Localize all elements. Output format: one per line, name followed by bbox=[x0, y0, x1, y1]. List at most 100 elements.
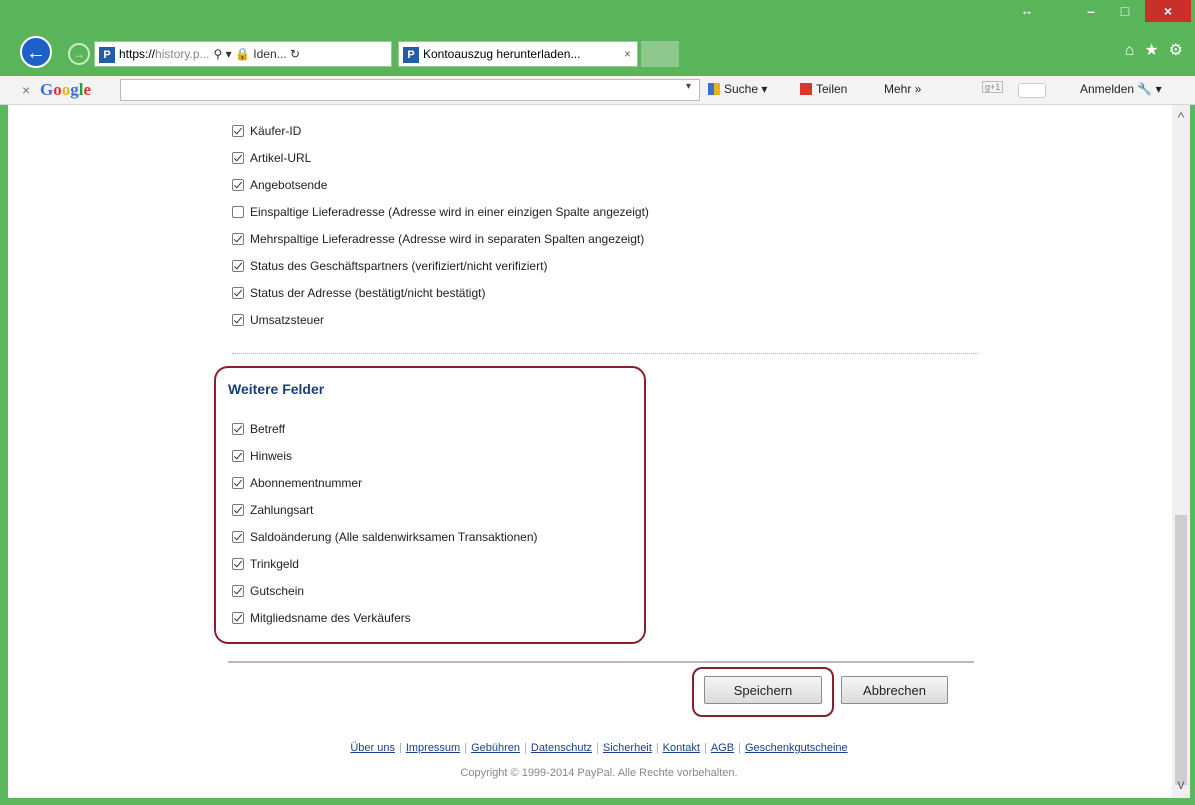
gear-icon[interactable]: ⚙ bbox=[1169, 42, 1183, 59]
tab-kontoauszug[interactable]: P Kontoauszug herunterladen... × bbox=[398, 41, 638, 67]
checkbox-row[interactable]: Einspaltige Lieferadresse (Adresse wird … bbox=[232, 204, 992, 231]
paypal-favicon-icon: P bbox=[99, 46, 115, 63]
checkbox-row[interactable]: Abonnementnummer bbox=[232, 475, 652, 502]
scroll-thumb[interactable] bbox=[1175, 515, 1187, 785]
checkbox-label: Abonnementnummer bbox=[250, 475, 363, 490]
checkbox[interactable] bbox=[232, 286, 244, 299]
address-bar[interactable]: Phttps://history.p... ⚲ ▾ 🔒 Iden... ↻ bbox=[94, 41, 392, 67]
google-logo: Google bbox=[40, 80, 92, 99]
checkbox-row[interactable]: Status der Adresse (bestätigt/nicht best… bbox=[232, 285, 992, 312]
checkbox[interactable] bbox=[232, 124, 244, 137]
checkbox-row[interactable]: Saldoänderung (Alle saldenwirksamen Tran… bbox=[232, 529, 652, 556]
checkbox[interactable] bbox=[232, 313, 244, 326]
checkbox-row[interactable]: Trinkgeld bbox=[232, 556, 652, 583]
checkbox-row[interactable]: Mehrspaltige Lieferadresse (Adresse wird… bbox=[232, 231, 992, 258]
footer-separator: | bbox=[398, 742, 402, 754]
checkbox[interactable] bbox=[232, 530, 244, 543]
checkbox-row[interactable]: Umsatzsteuer bbox=[232, 312, 992, 339]
checkbox-row[interactable]: Status des Geschäftspartners (verifizier… bbox=[232, 258, 992, 285]
checkbox[interactable] bbox=[232, 503, 244, 516]
url-scheme: https:// bbox=[119, 47, 156, 61]
checkbox-label: Mitgliedsname des Verkäufers bbox=[250, 610, 411, 625]
field-list-weitere: Betreff Hinweis Abonnementnummer Zahlungsar… bbox=[232, 421, 652, 637]
forward-button[interactable]: → bbox=[68, 43, 90, 65]
toolbar-close-icon[interactable]: × bbox=[22, 82, 30, 98]
checkbox-label: Hinweis bbox=[250, 448, 293, 463]
footer-link[interactable]: Gebühren bbox=[471, 742, 520, 754]
cancel-button[interactable]: Abbrechen bbox=[841, 676, 948, 704]
checkbox[interactable] bbox=[232, 449, 244, 462]
scroll-down-icon[interactable]: v bbox=[1174, 776, 1188, 792]
footer-link[interactable]: Geschenkgutscheine bbox=[745, 742, 848, 754]
navigation-bar: ← → Phttps://history.p... ⚲ ▾ 🔒 Iden... ↻… bbox=[0, 30, 1195, 76]
checkbox-label: Käufer-ID bbox=[250, 123, 302, 138]
button-divider bbox=[228, 661, 974, 663]
checkbox-row[interactable]: Betreff bbox=[232, 421, 652, 448]
checkbox-row[interactable]: Gutschein bbox=[232, 583, 652, 610]
toolbar-toggle[interactable] bbox=[1018, 83, 1046, 98]
google-search-icon bbox=[708, 83, 720, 95]
anmelden-button[interactable]: Anmelden 🔧 ▾ bbox=[1080, 82, 1162, 96]
checkbox[interactable] bbox=[232, 584, 244, 597]
minimize-button[interactable]: – bbox=[1078, 0, 1104, 22]
checkbox[interactable] bbox=[232, 557, 244, 570]
google-toolbar: × Google ▾ Suche ▾ Teilen Mehr » g+1 Anm… bbox=[0, 76, 1195, 105]
checkbox-label: Angebotsende bbox=[250, 177, 328, 192]
new-tab-button[interactable] bbox=[641, 41, 679, 67]
favorites-star-icon[interactable]: ★ bbox=[1144, 42, 1158, 59]
vertical-scrollbar[interactable]: ^ v bbox=[1172, 105, 1190, 798]
checkbox-label: Mehrspaltige Lieferadresse (Adresse wird… bbox=[250, 231, 645, 246]
home-icon[interactable]: ⌂ bbox=[1125, 42, 1135, 59]
close-window-button[interactable]: × bbox=[1145, 0, 1191, 22]
url-host: history.p... bbox=[155, 47, 210, 61]
checkbox-label: Saldoänderung (Alle saldenwirksamen Tran… bbox=[250, 529, 538, 544]
teilen-button[interactable]: Teilen bbox=[800, 82, 847, 96]
checkbox[interactable] bbox=[232, 422, 244, 435]
footer-separator: | bbox=[703, 742, 707, 754]
footer-link[interactable]: Kontakt bbox=[663, 742, 700, 754]
footer-link[interactable]: Sicherheit bbox=[603, 742, 652, 754]
section-divider bbox=[232, 353, 978, 354]
checkbox-label: Artikel-URL bbox=[250, 150, 312, 165]
checkbox-row[interactable]: Mitgliedsname des Verkäufers bbox=[232, 610, 652, 637]
footer-link[interactable]: Über uns bbox=[350, 742, 395, 754]
footer-separator: | bbox=[596, 742, 599, 754]
save-button[interactable]: Speichern bbox=[704, 676, 822, 704]
mehr-button[interactable]: Mehr » bbox=[884, 82, 921, 96]
footer-separator: | bbox=[738, 742, 741, 754]
checkbox-row[interactable]: Hinweis bbox=[232, 448, 652, 475]
checkbox-label: Einspaltige Lieferadresse (Adresse wird … bbox=[250, 204, 649, 219]
footer-separator: | bbox=[464, 742, 468, 754]
footer-separator: | bbox=[655, 742, 659, 754]
google-search-input[interactable] bbox=[120, 79, 700, 101]
checkbox-row[interactable]: Käufer-ID bbox=[232, 123, 992, 150]
tab-close-icon[interactable]: × bbox=[624, 42, 631, 66]
checkbox-label: Zahlungsart bbox=[250, 502, 314, 517]
search-dropdown-icon[interactable]: ▾ bbox=[686, 81, 691, 92]
resize-icon[interactable]: ↔ bbox=[1012, 0, 1042, 22]
checkbox[interactable] bbox=[232, 611, 244, 624]
checkbox-label: Status des Geschäftspartners (verifizier… bbox=[250, 258, 548, 273]
footer-link[interactable]: Datenschutz bbox=[531, 742, 592, 754]
checkbox[interactable] bbox=[232, 476, 244, 489]
checkbox-row[interactable]: Angebotsende bbox=[232, 177, 992, 204]
checkbox-row[interactable]: Artikel-URL bbox=[232, 150, 992, 177]
maximize-button[interactable]: □ bbox=[1112, 0, 1138, 22]
checkbox[interactable] bbox=[232, 232, 244, 245]
checkbox[interactable] bbox=[232, 151, 244, 164]
suche-button[interactable]: Suche ▾ bbox=[708, 82, 767, 96]
checkbox[interactable] bbox=[232, 205, 244, 218]
browser-window: ↔ – □ × ← → Phttps://history.p... ⚲ ▾ 🔒 I… bbox=[0, 0, 1195, 805]
footer-link[interactable]: AGB bbox=[711, 742, 734, 754]
checkbox[interactable] bbox=[232, 259, 244, 272]
back-button[interactable]: ← bbox=[20, 36, 52, 68]
scroll-up-icon[interactable]: ^ bbox=[1174, 109, 1188, 125]
google-plus-one-button[interactable]: g+1 bbox=[982, 81, 1004, 93]
checkbox-label: Betreff bbox=[250, 421, 286, 436]
field-list-standard: Käufer-ID Artikel-URL Angebotsende Einspalt… bbox=[232, 123, 992, 339]
checkbox-label: Status der Adresse (bestätigt/nicht best… bbox=[250, 285, 486, 300]
footer-link[interactable]: Impressum bbox=[406, 742, 460, 754]
address-tools[interactable]: ⚲ ▾ 🔒 Iden... ↻ bbox=[214, 47, 301, 61]
checkbox[interactable] bbox=[232, 178, 244, 191]
checkbox-row[interactable]: Zahlungsart bbox=[232, 502, 652, 529]
